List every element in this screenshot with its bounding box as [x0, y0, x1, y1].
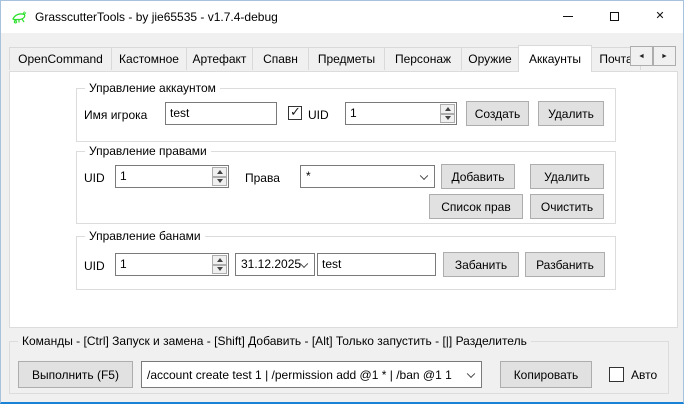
- copy-command-button[interactable]: Копировать: [500, 361, 592, 388]
- unban-button[interactable]: Разбанить: [525, 252, 605, 277]
- app-logo-icon: [11, 9, 27, 25]
- chevron-down-icon: [467, 369, 475, 377]
- ban-uid-field[interactable]: [115, 253, 229, 276]
- maximize-icon: [610, 12, 619, 21]
- minimize-icon: [563, 16, 573, 17]
- clear-permissions-button[interactable]: Очистить: [530, 194, 604, 219]
- checkmark-icon: ✓: [290, 104, 301, 120]
- player-name-label: Имя игрока: [84, 108, 147, 122]
- spinner-up-icon: [217, 258, 223, 262]
- uid-checkbox[interactable]: ✓: [288, 106, 302, 120]
- spinner-down-button[interactable]: [440, 114, 455, 124]
- permissions-group-title: Управление правами: [85, 144, 211, 159]
- tab-custom[interactable]: Кастомное: [111, 47, 187, 70]
- perm-label: Права: [245, 171, 280, 185]
- close-button[interactable]: ✕: [637, 1, 683, 32]
- ban-reason-input[interactable]: [322, 255, 431, 273]
- ban-date-picker[interactable]: 31.12.2025: [235, 253, 315, 276]
- player-name-input[interactable]: [170, 104, 272, 122]
- spinner-down-icon: [445, 116, 451, 120]
- ban-button[interactable]: Забанить: [443, 252, 519, 277]
- chevron-down-icon: [420, 171, 428, 179]
- tab-character[interactable]: Персонаж: [384, 47, 462, 70]
- permissions-management-group: Управление правами UID Права * Добавить …: [76, 151, 616, 224]
- commands-group: Команды - [Ctrl] Запуск и замена - [Shif…: [9, 341, 669, 394]
- tab-opencommand[interactable]: OpenCommand: [9, 47, 112, 70]
- player-name-field[interactable]: [165, 102, 277, 125]
- command-combobox[interactable]: /account create test 1 | /permission add…: [141, 361, 482, 388]
- title-bar: GrasscutterTools - by jie65535 - v1.7.4-…: [1, 1, 683, 33]
- arrow-left-icon: ◄: [638, 53, 645, 60]
- create-account-button[interactable]: Создать: [466, 101, 529, 126]
- spinner-up-button[interactable]: [212, 255, 227, 265]
- spinner-down-button[interactable]: [212, 265, 227, 275]
- tab-accounts[interactable]: Аккаунты: [518, 45, 592, 72]
- minimize-button[interactable]: [545, 1, 591, 32]
- tab-strip: OpenCommand Кастомное Артефакт Спавн Пре…: [1, 45, 683, 72]
- delete-account-button[interactable]: Удалить: [538, 101, 604, 126]
- perm-uid-field[interactable]: [115, 165, 229, 188]
- maximize-button[interactable]: [591, 1, 637, 32]
- spinner-up-icon: [217, 170, 223, 174]
- auto-checkbox-label: Авто: [631, 368, 657, 382]
- add-permission-button[interactable]: Добавить: [441, 164, 515, 189]
- perm-uid-label: UID: [84, 171, 105, 185]
- tab-items[interactable]: Предметы: [308, 47, 385, 70]
- close-icon: ✕: [655, 11, 664, 22]
- ban-management-group: Управление банами UID 31.12.2025 Забанит…: [76, 236, 616, 290]
- tab-artifact[interactable]: Артефакт: [186, 47, 253, 70]
- ban-reason-field[interactable]: [317, 253, 436, 276]
- ban-uid-spinner: [212, 255, 227, 274]
- tab-scroll-right-button[interactable]: ►: [653, 46, 676, 66]
- perm-uid-input[interactable]: [120, 167, 210, 185]
- spinner-down-icon: [217, 267, 223, 271]
- account-management-group: Управление аккаунтом Имя игрока ✓ UID Со…: [76, 88, 616, 142]
- auto-checkbox[interactable]: [609, 367, 624, 382]
- run-command-button[interactable]: Выполнить (F5): [18, 361, 133, 388]
- spinner-up-button[interactable]: [440, 104, 455, 114]
- tab-scroll-left-button[interactable]: ◄: [630, 46, 653, 66]
- uid-checkbox-label: UID: [308, 108, 329, 122]
- window-title: GrasscutterTools - by jie65535 - v1.7.4-…: [35, 10, 278, 24]
- remove-permission-button[interactable]: Удалить: [530, 164, 604, 189]
- perm-uid-spinner: [212, 167, 227, 186]
- spinner-down-button[interactable]: [212, 177, 227, 187]
- list-permissions-button[interactable]: Список прав: [429, 194, 523, 219]
- tab-spawn[interactable]: Спавн: [252, 47, 309, 70]
- account-uid-input[interactable]: [350, 104, 438, 122]
- spinner-up-icon: [445, 107, 451, 111]
- bans-group-title: Управление банами: [85, 229, 205, 244]
- arrow-right-icon: ►: [661, 53, 668, 60]
- permission-combobox[interactable]: *: [300, 165, 435, 188]
- accounts-tab-page: Управление аккаунтом Имя игрока ✓ UID Со…: [9, 71, 678, 328]
- spinner-up-button[interactable]: [212, 167, 227, 177]
- account-uid-spinner: [440, 104, 455, 123]
- commands-group-title: Команды - [Ctrl] Запуск и замена - [Shif…: [18, 334, 531, 349]
- ban-uid-input[interactable]: [120, 255, 210, 273]
- app-window: GrasscutterTools - by jie65535 - v1.7.4-…: [0, 0, 684, 404]
- account-uid-field[interactable]: [345, 102, 457, 125]
- spinner-down-icon: [217, 179, 223, 183]
- ban-uid-label: UID: [84, 259, 105, 273]
- tab-weapon[interactable]: Оружие: [461, 47, 519, 70]
- account-group-title: Управление аккаунтом: [85, 81, 220, 96]
